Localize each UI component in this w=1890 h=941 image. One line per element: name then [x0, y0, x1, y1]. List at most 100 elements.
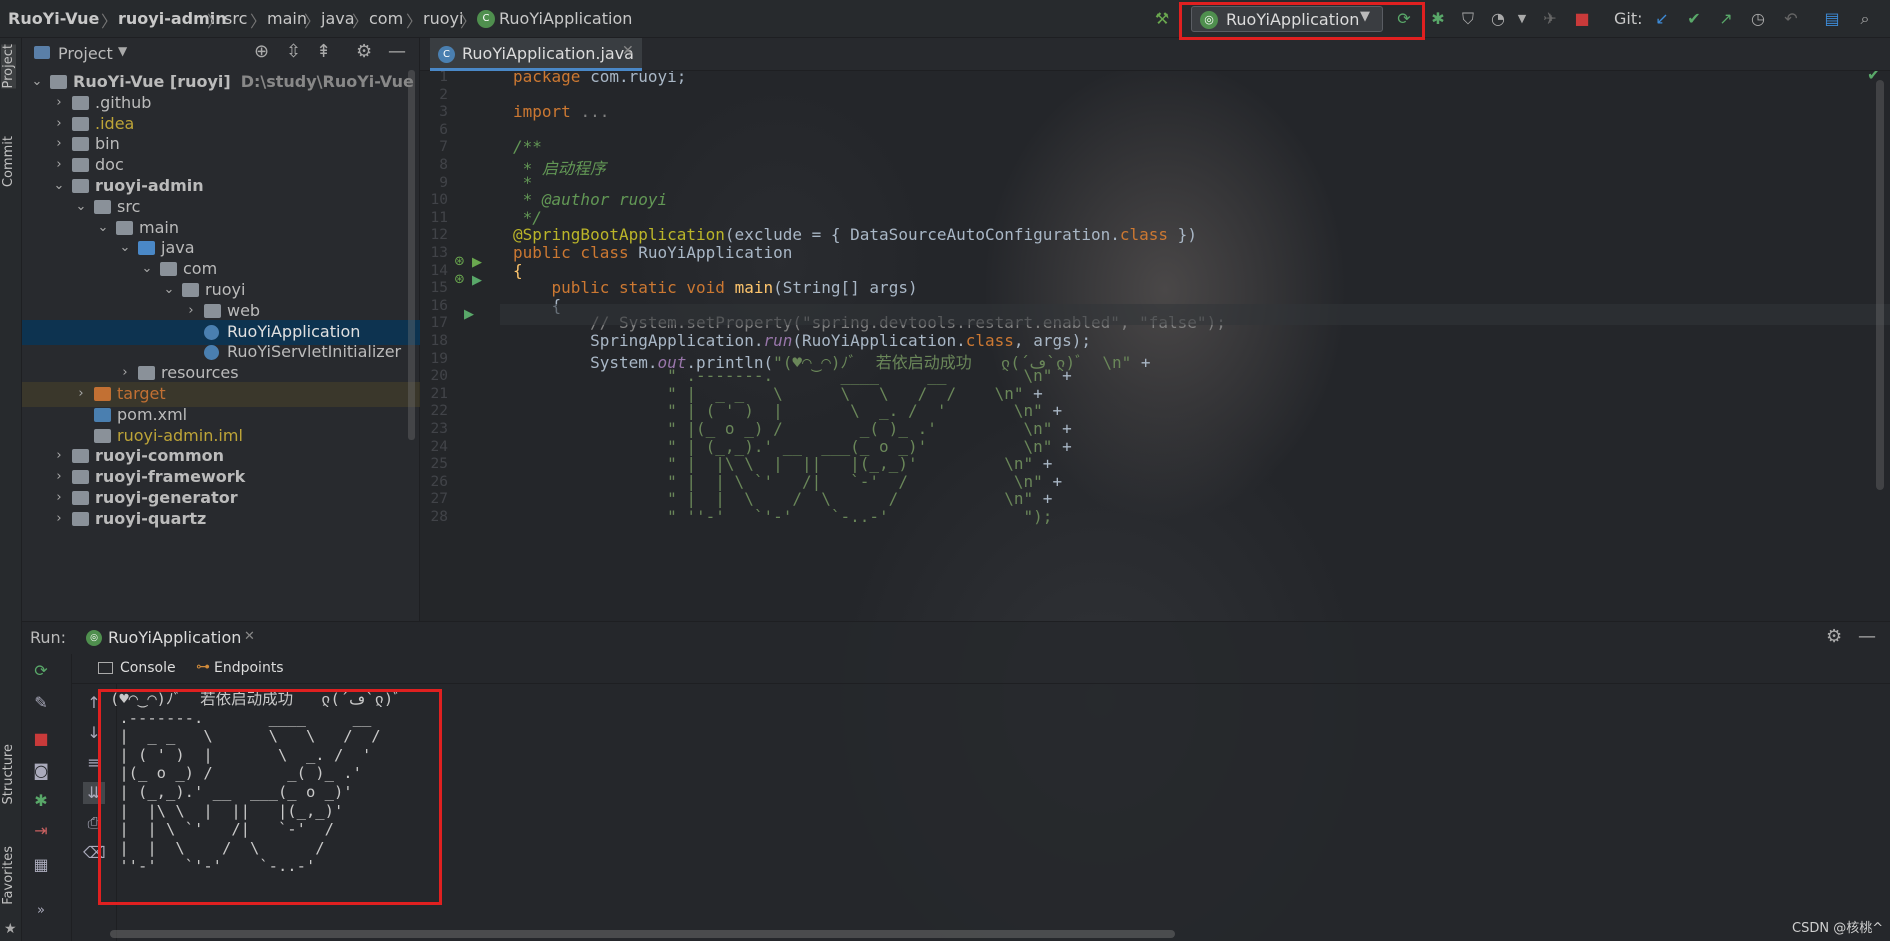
- breadcrumb-main[interactable]: main: [267, 9, 307, 28]
- git-push-icon[interactable]: ↗: [1716, 9, 1736, 29]
- debug-bug-icon[interactable]: ✱: [30, 790, 52, 812]
- exit-icon[interactable]: ⇥: [30, 820, 52, 842]
- endpoints-icon: ⊶: [196, 659, 210, 675]
- code-token: (RuoYiApplication.: [792, 331, 966, 350]
- search-everywhere-icon[interactable]: ⌕: [1855, 9, 1875, 29]
- chevron-right-icon[interactable]: ›: [52, 490, 66, 505]
- chevron-right-icon[interactable]: ›: [52, 116, 66, 131]
- layout-icon[interactable]: ▦: [30, 854, 52, 876]
- build-hammer-icon[interactable]: ⚒: [1152, 9, 1172, 29]
- chevron-right-icon[interactable]: ›: [52, 136, 66, 151]
- spring-bean-gutter-icon[interactable]: ⊛: [454, 254, 465, 269]
- chevron-right-icon[interactable]: ›: [52, 511, 66, 526]
- chevron-right-icon[interactable]: ›: [52, 469, 66, 484]
- breadcrumb-com[interactable]: com: [369, 9, 403, 28]
- project-tool-window-tab[interactable]: Project: [1, 44, 16, 89]
- run-main-gutter-icon[interactable]: ▶: [464, 307, 474, 322]
- chevron-right-icon[interactable]: ›: [184, 303, 198, 318]
- class-icon: [204, 345, 219, 361]
- breadcrumb-src[interactable]: src: [224, 9, 247, 28]
- chevron-right-icon[interactable]: ›: [74, 386, 88, 401]
- code-line: " | (_,_).' __ ___(_ o _)' \n" +: [513, 437, 1072, 456]
- rollback-icon[interactable]: ↶: [1781, 9, 1801, 29]
- project-panel-title[interactable]: Project: [58, 44, 113, 63]
- code-token: main: [734, 278, 774, 298]
- package-icon: [182, 283, 199, 297]
- code-token: class: [965, 331, 1014, 350]
- code-token: RuoYiApplication: [638, 243, 793, 262]
- tree-item-label: src: [117, 196, 141, 216]
- code-line: public static void main(String[] args): [513, 278, 918, 297]
- debug-bug-icon[interactable]: ✱: [1428, 9, 1448, 29]
- breadcrumb-separator: 〉: [460, 12, 477, 31]
- code-line: package com.ruoyi;: [513, 71, 686, 86]
- editor-tab-ruoyiapplication[interactable]: C RuoYiApplication.java ✕: [430, 38, 642, 71]
- favorites-tool-window-tab[interactable]: Favorites: [1, 846, 16, 905]
- tree-item[interactable]: › ruoyi-quartz: [22, 507, 420, 532]
- expand-all-icon[interactable]: ⇳: [286, 41, 301, 62]
- run-gutter-icon[interactable]: ▶: [472, 273, 482, 288]
- chevron-right-icon[interactable]: ›: [52, 157, 66, 172]
- tab-endpoints[interactable]: Endpoints: [214, 660, 284, 676]
- chevron-down-icon[interactable]: ⌄: [140, 261, 154, 276]
- git-history-clock-icon[interactable]: ◷: [1748, 9, 1768, 29]
- collapse-all-icon[interactable]: ⇞: [316, 41, 331, 62]
- chevron-down-icon[interactable]: ⌄: [74, 199, 88, 214]
- breadcrumb-ruoyi[interactable]: ruoyi: [423, 9, 463, 28]
- code-line: SpringApplication.run(RuoYiApplication.c…: [513, 331, 1091, 350]
- breadcrumb-java[interactable]: java: [321, 9, 355, 28]
- commit-tool-window-tab[interactable]: Commit: [1, 136, 16, 187]
- tab-console[interactable]: Console: [120, 660, 176, 676]
- close-icon[interactable]: ✕: [622, 43, 634, 59]
- rerun-icon[interactable]: ⟳: [30, 660, 52, 682]
- run-gutter-icon[interactable]: ▶: [472, 255, 482, 270]
- gear-icon[interactable]: ⚙: [1826, 626, 1842, 647]
- chevron-right-icon[interactable]: ›: [52, 448, 66, 463]
- code-token: +: [1052, 366, 1072, 386]
- chevron-down-icon[interactable]: ⌄: [96, 220, 110, 235]
- code-editor[interactable]: ⊛ ▶ ⊛ ▶ ▶ ✔ 1package com.ruoyi;23import …: [420, 71, 1890, 621]
- chevron-down-icon[interactable]: ▼: [118, 44, 127, 58]
- editor-vertical-scrollbar[interactable]: [1876, 80, 1884, 490]
- more-run-options-chevron-icon[interactable]: ▼: [1512, 9, 1532, 29]
- stop-icon[interactable]: ■: [30, 728, 52, 750]
- wrench-icon[interactable]: ✎: [30, 692, 52, 714]
- chevron-down-icon[interactable]: ⌄: [30, 74, 44, 89]
- module-folder-icon: [72, 511, 89, 526]
- code-token: +: [1042, 471, 1063, 491]
- coverage-shield-icon[interactable]: ⛉: [1458, 9, 1478, 29]
- git-commit-check-icon[interactable]: ✔: [1684, 9, 1704, 29]
- chevron-right-icon[interactable]: ›: [118, 365, 132, 380]
- code-token: com.ruoyi;: [590, 71, 687, 86]
- minimize-icon[interactable]: —: [388, 41, 406, 62]
- camera-dump-icon[interactable]: ◙: [30, 760, 52, 782]
- attach-debugger-icon[interactable]: ✈: [1540, 9, 1560, 29]
- maven-icon: [94, 407, 111, 422]
- locate-file-target-icon[interactable]: ⊕: [254, 41, 269, 62]
- breadcrumb-project[interactable]: RuoYi-Vue: [8, 9, 99, 28]
- more-chevron-icon[interactable]: »: [30, 900, 52, 922]
- chevron-down-icon[interactable]: ⌄: [162, 282, 176, 297]
- project-structure-icon[interactable]: ▤: [1822, 9, 1842, 29]
- minimize-icon[interactable]: —: [1858, 626, 1876, 647]
- close-icon[interactable]: ✕: [244, 629, 255, 644]
- run-tab-label[interactable]: RuoYiApplication: [108, 628, 241, 647]
- profiler-icon[interactable]: ◔: [1488, 9, 1508, 29]
- console-horizontal-scrollbar[interactable]: [110, 930, 1175, 938]
- project-panel-header: Project ▼ ⊕ ⇳ ⇞ ⚙ —: [22, 38, 420, 70]
- stop-icon[interactable]: ■: [1572, 9, 1592, 29]
- chevron-down-icon[interactable]: ⌄: [52, 178, 66, 193]
- git-update-icon[interactable]: ↙: [1652, 9, 1672, 29]
- chevron-down-icon[interactable]: ⌄: [118, 240, 132, 255]
- tree-item-label: ruoyi: [205, 280, 246, 299]
- spring-bean-gutter-icon[interactable]: ⊛: [454, 272, 465, 287]
- chevron-right-icon[interactable]: ›: [52, 95, 66, 110]
- highlight-box-run-config: [1179, 2, 1425, 40]
- resources-folder-icon: [138, 366, 155, 381]
- project-tree-scrollbar[interactable]: [408, 70, 415, 440]
- code-token: " | (_,_).' __ ___(_ o _)' \n": [513, 436, 1053, 456]
- gear-icon[interactable]: ⚙: [356, 41, 372, 62]
- structure-tool-window-tab[interactable]: Structure: [1, 744, 16, 804]
- breadcrumb-class[interactable]: RuoYiApplication: [499, 9, 632, 28]
- git-label: Git:: [1614, 9, 1643, 28]
